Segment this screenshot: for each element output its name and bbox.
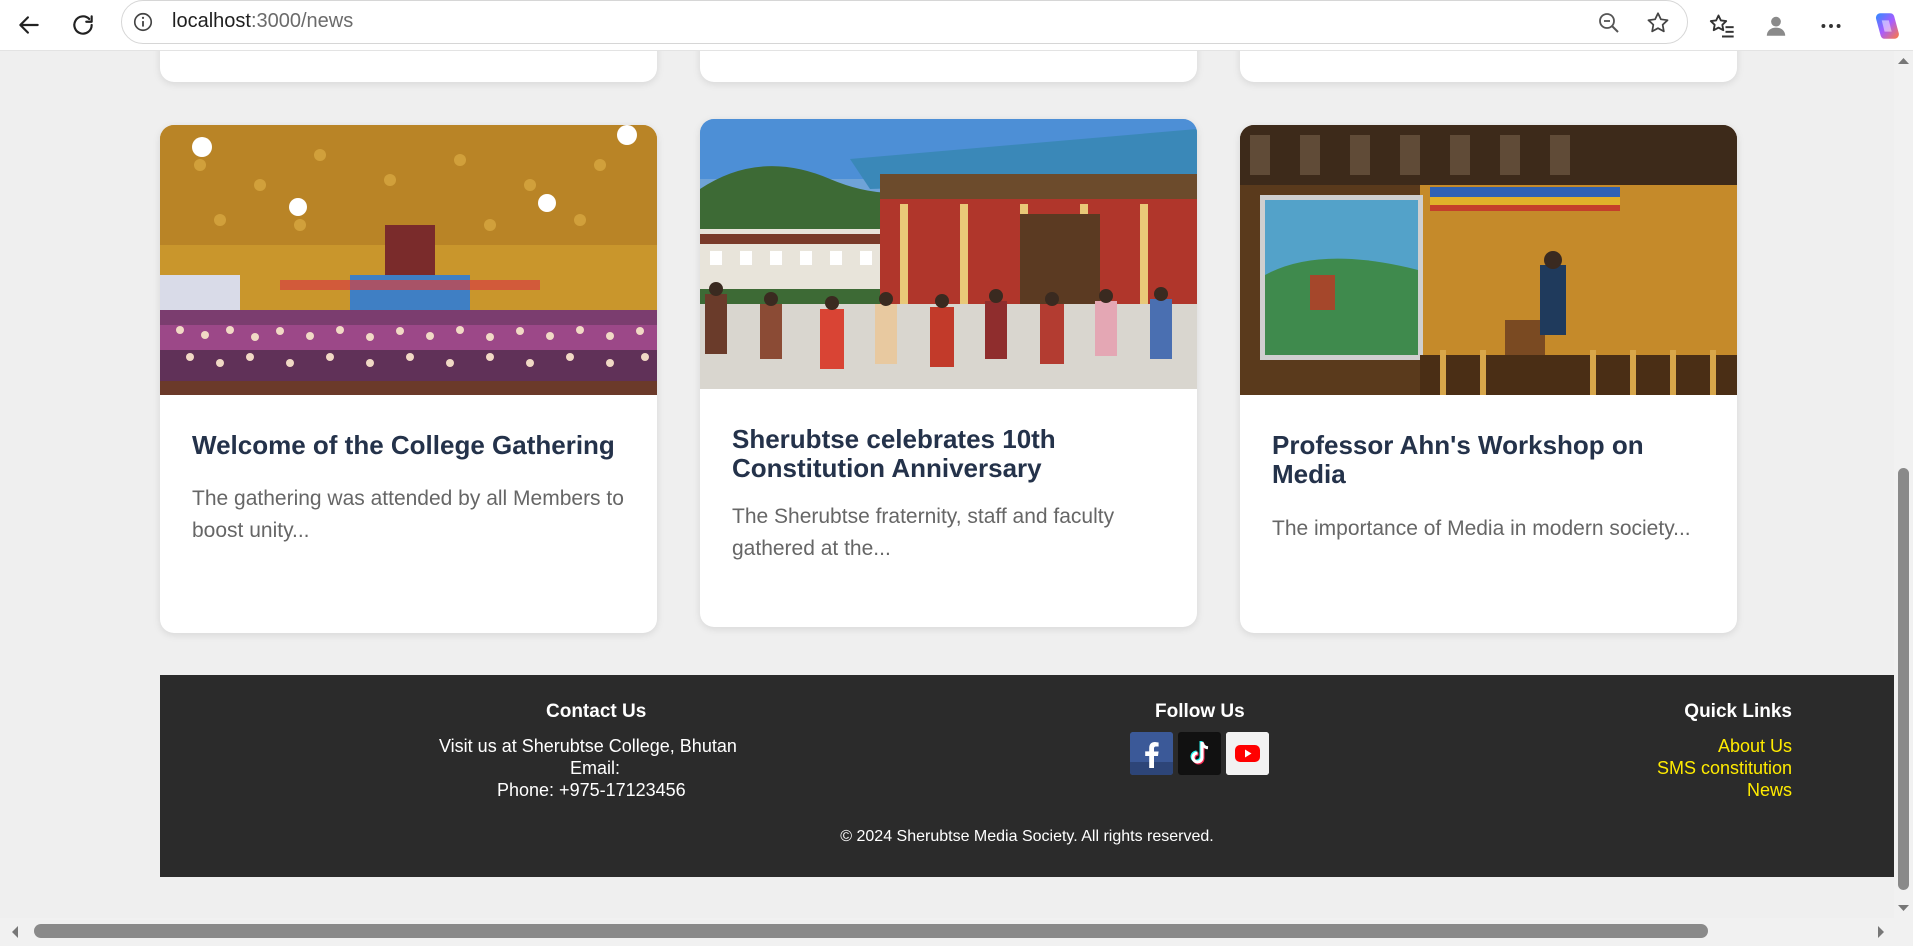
contact-address: Visit us at Sherubtse College, Bhutan [439,736,737,756]
follow-heading: Follow Us [1155,701,1245,722]
news-card-partial[interactable] [700,51,1197,82]
url-text[interactable]: localhost:3000/news [172,10,353,33]
news-card-partial[interactable] [160,51,657,82]
site-footer: Contact Us Visit us at Sherubtse College… [160,675,1894,877]
footer-link-about-us[interactable]: About Us [1718,736,1792,757]
news-card[interactable]: Welcome of the College Gathering The gat… [160,125,657,633]
news-card[interactable]: Professor Ahn's Workshop on Media The im… [1240,125,1737,633]
tiktok-icon[interactable] [1178,732,1221,775]
youtube-icon[interactable] [1226,732,1269,775]
scroll-down-arrow-icon[interactable] [1894,900,1913,916]
news-title[interactable]: Sherubtse celebrates 10th Constitution A… [732,425,1152,483]
back-icon [19,16,39,34]
reload-button[interactable] [64,6,102,44]
more-icon[interactable] [1811,6,1851,46]
url-path: :3000/news [250,10,354,32]
news-title[interactable]: Professor Ahn's Workshop on Media [1272,431,1692,489]
contact-phone: Phone: +975-17123456 [497,780,686,800]
vertical-scroll-thumb[interactable] [1898,468,1909,890]
contact-email: Email: [570,758,621,778]
browser-toolbar: localhost:3000/news [0,0,1913,51]
news-image-constitution-anniversary[interactable] [700,119,1197,389]
profile-icon[interactable] [1756,6,1796,46]
horizontal-scroll-thumb[interactable] [34,924,1708,938]
scroll-left-arrow-icon[interactable] [6,918,24,946]
contact-heading: Contact Us [546,701,647,722]
favorites-icon[interactable] [1702,6,1742,46]
copyright-text: © 2024 Sherubtse Media Society. All righ… [840,828,1214,845]
scroll-right-arrow-icon[interactable] [1872,918,1890,946]
quick-links-heading: Quick Links [1684,701,1792,722]
news-image-media-workshop[interactable] [1240,125,1737,395]
news-card[interactable]: Sherubtse celebrates 10th Constitution A… [700,119,1197,627]
facebook-icon[interactable] [1130,732,1173,775]
favorite-star-icon[interactable] [1645,10,1671,36]
news-card-partial[interactable] [1240,51,1737,82]
news-image-college-gathering[interactable] [160,125,657,395]
zoom-out-icon[interactable] [1596,10,1622,36]
news-title[interactable]: Welcome of the College Gathering [192,431,615,460]
footer-link-sms-constitution[interactable]: SMS constitution [1657,758,1792,779]
copilot-icon[interactable] [1866,6,1906,46]
news-excerpt: The gathering was attended by all Member… [192,487,624,542]
url-host: localhost [172,10,251,32]
reload-icon [73,15,93,35]
scrollbar-corner [1894,918,1913,946]
news-excerpt: The Sherubtse fraternity, staff and facu… [732,505,1115,560]
address-bar[interactable]: localhost:3000/news [121,0,1688,44]
footer-link-news[interactable]: News [1747,780,1792,801]
scroll-up-arrow-icon[interactable] [1894,53,1913,69]
back-button[interactable] [10,6,48,44]
page-viewport: Welcome of the College Gathering The gat… [0,51,1894,918]
news-excerpt: The importance of Media in modern societ… [1272,517,1691,540]
site-info-icon[interactable] [132,11,154,38]
